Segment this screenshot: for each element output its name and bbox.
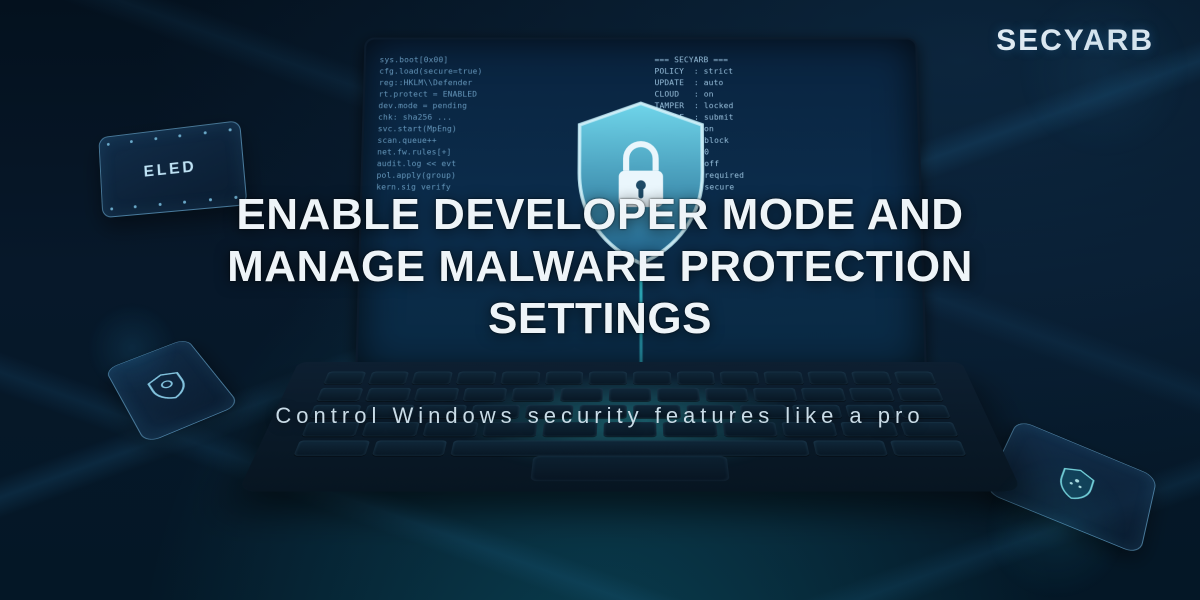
shield-dotted-icon: [1053, 462, 1099, 507]
floating-chip-eled: ELED: [98, 120, 247, 218]
laptop-illustration: sys.boot[0x00] cfg.load(secure=true) reg…: [293, 37, 967, 574]
shield-icon: [143, 367, 195, 406]
laptop-screen: sys.boot[0x00] cfg.load(secure=true) reg…: [355, 38, 927, 375]
code-column-right: === SECYARB === POLICY : strict UPDATE :…: [641, 39, 925, 372]
light-beam: [639, 230, 642, 374]
code-column-left: sys.boot[0x00] cfg.load(secure=true) reg…: [357, 39, 641, 372]
chip-eled-label: ELED: [143, 158, 197, 181]
brand-wordmark: SECYARB: [996, 24, 1154, 58]
trackpad: [530, 456, 729, 481]
laptop-keyboard: [238, 362, 1022, 491]
floating-chip-bottom-left: [105, 338, 240, 444]
hero-banner: SECYARB ELED sys.boot[0x00] cfg.load(sec…: [0, 0, 1200, 600]
